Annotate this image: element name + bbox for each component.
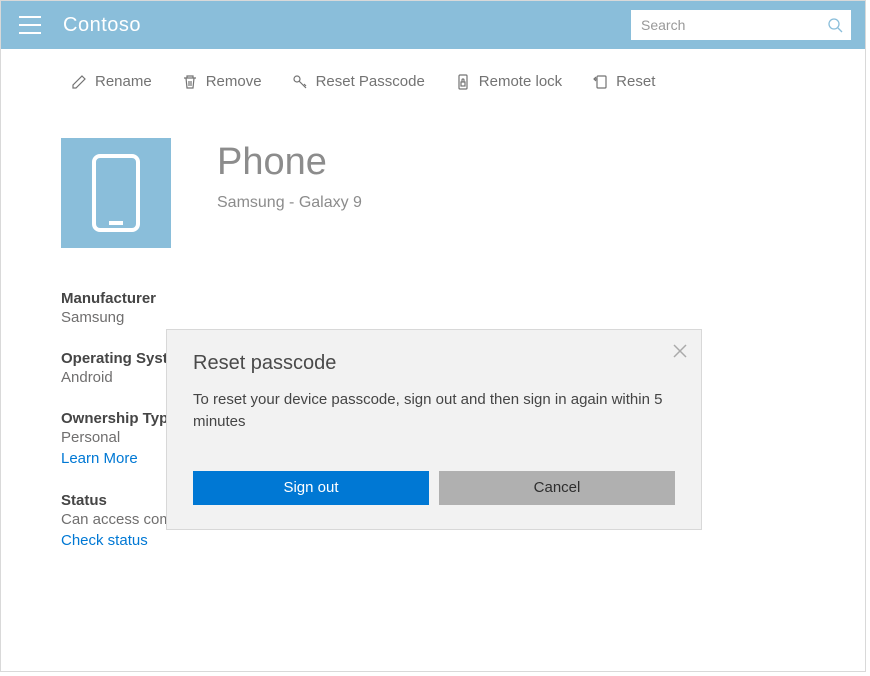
- property-manufacturer: Manufacturer Samsung: [61, 290, 805, 326]
- search-input[interactable]: [631, 10, 851, 40]
- dialog-title: Reset passcode: [193, 352, 675, 375]
- sign-out-button[interactable]: Sign out: [193, 471, 429, 505]
- manufacturer-value: Samsung: [61, 309, 805, 326]
- device-subtitle: Samsung - Galaxy 9: [217, 194, 362, 212]
- brand-name: Contoso: [63, 14, 141, 37]
- reset-passcode-button[interactable]: Reset Passcode: [292, 73, 425, 90]
- search-container: [631, 10, 851, 40]
- reset-label: Reset: [616, 73, 655, 90]
- dialog-body: To reset your device passcode, sign out …: [193, 389, 675, 433]
- app-header: Contoso: [1, 1, 865, 49]
- hamburger-menu-icon[interactable]: [19, 16, 41, 34]
- manufacturer-label: Manufacturer: [61, 290, 805, 307]
- remove-button[interactable]: Remove: [182, 73, 262, 90]
- reset-button[interactable]: Reset: [592, 73, 655, 90]
- trash-icon: [182, 74, 198, 90]
- rename-button[interactable]: Rename: [71, 73, 152, 90]
- rename-label: Rename: [95, 73, 152, 90]
- learn-more-link[interactable]: Learn More: [61, 450, 138, 467]
- device-title-block: Phone Samsung - Galaxy 9: [217, 138, 362, 212]
- device-icon-tile: [61, 138, 171, 248]
- pencil-icon: [71, 74, 87, 90]
- remote-lock-label: Remote lock: [479, 73, 562, 90]
- remote-lock-button[interactable]: Remote lock: [455, 73, 562, 90]
- search-icon: [827, 17, 843, 33]
- close-icon[interactable]: [673, 344, 687, 358]
- cancel-button[interactable]: Cancel: [439, 471, 675, 505]
- device-header: Phone Samsung - Galaxy 9: [61, 138, 805, 248]
- toolbar: Rename Remove Reset Passcode Remote lock…: [1, 49, 865, 110]
- device-title: Phone: [217, 142, 362, 184]
- reset-passcode-dialog: Reset passcode To reset your device pass…: [166, 329, 702, 530]
- phone-icon: [91, 153, 141, 233]
- reset-passcode-label: Reset Passcode: [316, 73, 425, 90]
- reset-icon: [592, 74, 608, 90]
- key-icon: [292, 74, 308, 90]
- lock-device-icon: [455, 74, 471, 90]
- remove-label: Remove: [206, 73, 262, 90]
- check-status-link[interactable]: Check status: [61, 532, 148, 549]
- dialog-buttons: Sign out Cancel: [193, 471, 675, 505]
